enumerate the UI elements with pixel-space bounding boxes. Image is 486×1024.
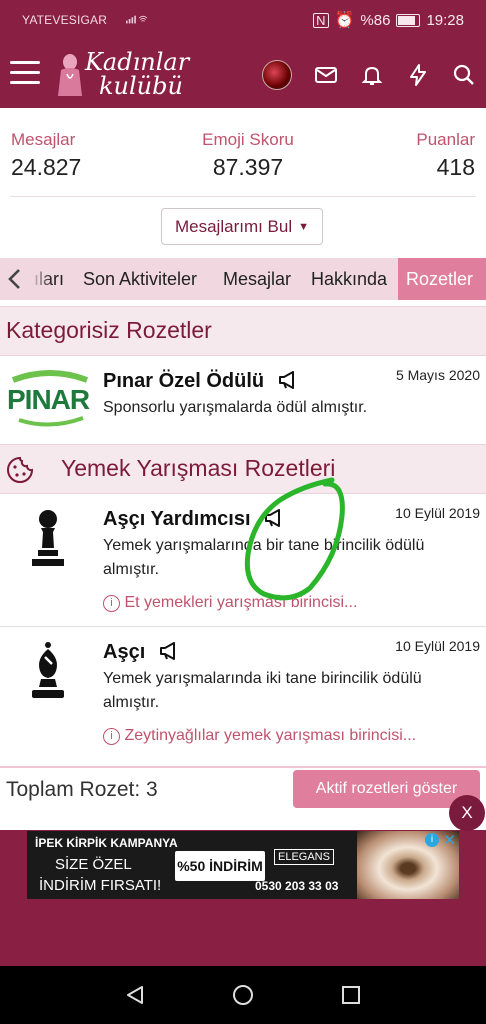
badge-description: Yemek yarışmalarında bir tane birincilik…: [103, 537, 425, 578]
ad-phone: 0530 203 33 03: [255, 879, 339, 893]
ad-close-icon[interactable]: ✕: [443, 831, 456, 849]
system-nav-bar: [0, 966, 486, 1024]
mail-icon[interactable]: [314, 63, 338, 87]
badge-note-text: Zeytinyağlılar yemek yarışması birincisi…: [124, 727, 417, 744]
ad-line-2: SİZE ÖZEL: [55, 856, 132, 873]
section-header-uncategorized: Kategorisiz Rozetler: [0, 306, 486, 356]
total-badges: Toplam Rozet: 3: [6, 778, 158, 801]
profile-content: Mesajlar 24.827 Emoji Skoru 87.397 Puanl…: [0, 108, 486, 831]
search-icon[interactable]: [452, 63, 476, 87]
divider: [0, 766, 486, 768]
find-messages-button[interactable]: Mesajlarımı Bul ▼: [161, 208, 323, 245]
close-ad-button[interactable]: X: [449, 795, 485, 831]
battery-percent: %86: [360, 11, 391, 29]
badge-title: Aşçı Yardımcısı: [103, 508, 284, 531]
ad-line-3: İNDİRİM FIRSATI!: [39, 877, 162, 894]
tab-fade: [30, 258, 52, 300]
stat-messages-value: 24.827: [11, 154, 82, 180]
badge-row: Aşçı 10 Eylül 2019 Yemek yarışmalarında …: [0, 627, 486, 760]
section-title: Yemek Yarışması Rozetleri: [61, 455, 336, 481]
close-ad-label: X: [461, 803, 473, 822]
stat-messages-label: Mesajlar: [11, 130, 76, 149]
tab-messages[interactable]: Mesajlar: [223, 269, 291, 290]
stat-emoji-value: 87.397: [212, 154, 284, 180]
stat-emoji-label: Emoji Skoru: [202, 130, 294, 149]
alarm-icon: ⏰: [334, 12, 355, 29]
nfc-icon: N: [313, 12, 329, 28]
menu-icon[interactable]: [10, 61, 40, 85]
caret-down-icon: ▼: [298, 220, 310, 233]
info-icon: i: [103, 728, 120, 745]
clock: 19:28: [426, 11, 464, 29]
nav-home-icon[interactable]: [232, 984, 254, 1006]
badge-date: 10 Eylül 2019: [395, 638, 480, 654]
section-header-cooking: Yemek Yarışması Rozetleri: [0, 444, 486, 494]
badge-title: Pınar Özel Ödülü: [103, 370, 298, 393]
site-logo[interactable]: Kadınlar kulübü: [55, 48, 195, 100]
tab-badges[interactable]: Rozetler: [398, 258, 486, 300]
section-title: Kategorisiz Rozetler: [6, 317, 212, 343]
carrier-name: YATEVESIGAR: [22, 13, 108, 27]
header-actions: [262, 60, 476, 90]
tab-about[interactable]: Hakkında: [311, 269, 387, 290]
megaphone-icon[interactable]: [159, 642, 179, 660]
badge-note-link[interactable]: i Zeytinyağlılar yemek yarışması birinci…: [103, 727, 416, 745]
avatar[interactable]: [262, 60, 292, 90]
profile-stats: Mesajlar 24.827 Emoji Skoru 87.397 Puanl…: [0, 108, 486, 194]
stat-points-label: Puanlar: [416, 130, 475, 149]
badge-row: PINAR Pınar Özel Ödülü 5 Mayıs 2020 Spon…: [0, 356, 486, 440]
badge-title-text: Aşçı: [103, 641, 146, 663]
lightning-icon[interactable]: [406, 63, 430, 87]
show-active-badges-label: Aktif rozetleri göster: [315, 780, 458, 797]
ad-discount: %50 İNDİRİM: [175, 851, 265, 881]
app-header: Kadınlar kulübü: [0, 38, 486, 108]
ad-brand: ELEGANS: [274, 849, 334, 865]
badge-description: Yemek yarışmalarında iki tane birincilik…: [103, 670, 422, 711]
badge-date: 10 Eylül 2019: [395, 505, 480, 521]
info-icon: i: [103, 595, 120, 612]
cookie-icon: [7, 456, 34, 483]
ad-discount-text: %50 İNDİRİM: [177, 858, 263, 874]
pinar-logo-text: PINAR: [7, 384, 90, 415]
nav-back-icon[interactable]: [124, 984, 146, 1006]
bell-icon[interactable]: [360, 63, 384, 87]
stat-points: Puanlar 418: [416, 130, 475, 181]
badge-title-text: Pınar Özel Ödülü: [103, 370, 265, 392]
badge-note-link[interactable]: i Et yemekleri yarışması birincisi...: [103, 594, 357, 612]
logo-woman-icon: [58, 54, 82, 96]
badge-title: Aşçı: [103, 641, 179, 664]
chevron-left-icon[interactable]: [4, 266, 26, 292]
megaphone-icon[interactable]: [264, 509, 284, 527]
badge-note-text: Et yemekleri yarışması birincisi...: [124, 594, 358, 611]
ad-banner[interactable]: İPEK KİRPİK KAMPANYA SİZE ÖZEL İNDİRİM F…: [27, 831, 459, 899]
badge-title-text: Aşçı Yardımcısı: [103, 508, 251, 530]
status-bar: YATEVESIGAR N ⏰ %86 19:28: [0, 0, 486, 38]
tab-badges-label: Rozetler: [406, 269, 474, 289]
battery-icon: [396, 13, 421, 27]
tab-recent-activity[interactable]: Son Aktiviteler: [83, 269, 197, 290]
profile-tabs: ıları Son Aktiviteler Mesajlar Hakkında …: [0, 258, 486, 300]
status-right: N ⏰ %86 19:28: [313, 10, 464, 30]
stat-emoji-score: Emoji Skoru 87.397: [199, 130, 297, 181]
badge-description: Sponsorlu yarışmalarda ödül almıştır.: [103, 399, 368, 416]
chess-pawn-icon: [32, 510, 64, 566]
ad-info-icon[interactable]: i: [425, 833, 439, 847]
badge-date: 5 Mayıs 2020: [395, 367, 480, 383]
chess-bishop-icon: [32, 642, 64, 698]
stat-points-value: 418: [436, 154, 475, 180]
stat-messages: Mesajlar 24.827: [11, 130, 81, 181]
megaphone-icon[interactable]: [278, 371, 298, 389]
signal-wifi-icon: [126, 15, 148, 24]
find-messages-label: Mesajlarımı Bul: [174, 216, 293, 236]
badge-row: Aşçı Yardımcısı 10 Eylül 2019 Yemek yarı…: [0, 494, 486, 626]
logo-text-2: kulübü: [99, 72, 183, 100]
ad-line-1: İPEK KİRPİK KAMPANYA: [35, 836, 178, 850]
divider: [10, 196, 476, 197]
nav-recents-icon[interactable]: [340, 984, 362, 1006]
